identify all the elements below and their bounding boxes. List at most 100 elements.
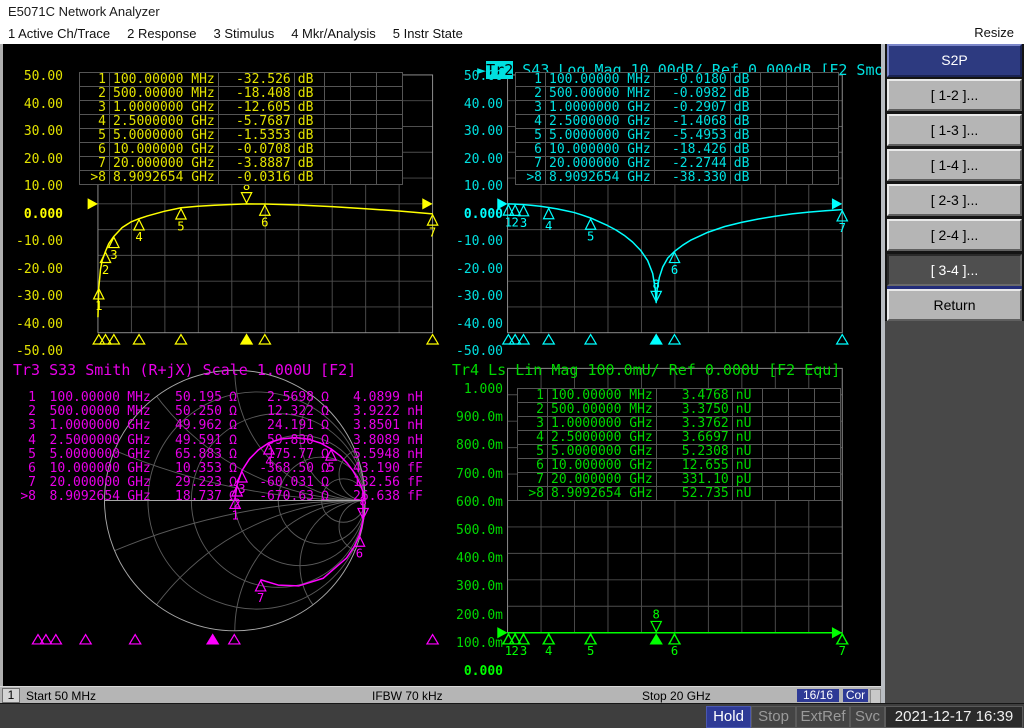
marker-row: 42.5000000 GHz-1.4068dB (516, 115, 839, 129)
marker-row: 610.000000 GHz-18.426dB (516, 143, 839, 157)
service-indicator: Svc (850, 706, 885, 728)
marker-row: 720.000000 GHz-2.2744dB (516, 157, 839, 171)
tr1-y-label: -10.00 (0, 234, 63, 250)
svg-text:7: 7 (257, 591, 264, 605)
tr3-marker-row: 1100.00000MHz50.195Ω2.5698Ω4.0899nH (10, 391, 430, 405)
channel-number: 1 (2, 688, 20, 703)
tr2-marker-5 (585, 219, 595, 229)
tr4-y-label: 100.0m (440, 636, 503, 652)
svg-text:6: 6 (261, 216, 268, 230)
svg-text:5: 5 (587, 644, 594, 658)
svg-text:2: 2 (511, 644, 518, 658)
softkey-menu: S2P [ 1-2 ]...[ 1-3 ]...[ 1-4 ]...[ 2-3 … (885, 44, 1024, 703)
menu-bar: 1 Active Ch/Trace 2 Response 3 Stimulus 4 M… (0, 22, 1024, 44)
tr1-y-label: 30.00 (0, 124, 63, 140)
sweep-progress-badge: 16/16 (797, 689, 839, 702)
tr1-marker-4 (134, 220, 144, 230)
tr3-stimulus-marker-2 (40, 635, 51, 644)
tr3-header[interactable]: Tr3 S33 Smith (R+jX) Scale 1.000U [F2] (13, 362, 356, 378)
stop-frequency: Stop 20 GHz (642, 689, 711, 703)
svg-text:8: 8 (653, 278, 660, 292)
marker-row: 1100.00000 MHz-0.0180dB (516, 73, 839, 87)
tr2-stimulus-marker-6 (669, 335, 680, 344)
tr4-y-label: 700.0m (440, 467, 503, 483)
marker-row: 1100.00000 MHz-32.526dB (80, 73, 403, 87)
tr1-header[interactable]: Tr1 S33 Log Mag 10.00dB/ Ref 0.000dB [F2… (13, 46, 419, 62)
softkey-3[interactable]: [ 1-4 ]... (887, 149, 1022, 181)
menu-item-4[interactable]: 4 Mkr/Analysis (291, 26, 376, 41)
correction-badge: Cor (843, 689, 868, 702)
marker-row: 1100.00000 MHz3.4768nU (518, 389, 841, 403)
trigger-state-indicator: Hold (706, 706, 751, 728)
tr2-y-label: 40.00 (440, 97, 503, 113)
extref-indicator: ExtRef (796, 706, 850, 728)
tr4-marker-table: 1100.00000 MHz3.4768nU2500.00000 MHz3.37… (517, 388, 841, 501)
tr3-stimulus-marker-3 (50, 635, 61, 644)
svg-text:8: 8 (653, 608, 660, 622)
resize-button[interactable]: Resize (974, 25, 1014, 40)
softkey-4[interactable]: [ 2-3 ]... (887, 184, 1022, 216)
svg-text:2: 2 (102, 263, 109, 277)
tr3-stimulus-marker-1 (32, 635, 43, 644)
datetime-display: 2021-12-17 16:39 (885, 706, 1023, 728)
tr2-ref-level-arrow-right (832, 198, 842, 209)
channel-status-bar: 1 Start 50 MHz IFBW 70 kHz Stop 20 GHz 1… (0, 686, 881, 704)
tr4-y-label: 1.000 (440, 382, 503, 398)
instrument-status-bar: Hold Stop ExtRef Svc 2021-12-17 16:39 (0, 703, 1024, 728)
tr2-y-label: 10.00 (440, 179, 503, 195)
tr4-y-label: 900.0m (440, 410, 503, 426)
softkey-6[interactable]: [ 3-4 ]... (887, 254, 1022, 286)
marker-row: 55.0000000 GHz-5.4953dB (516, 129, 839, 143)
tr3-marker-row: 610.000000GHz10.353Ω-368.50Ω43.190fF (10, 462, 430, 476)
marker-row: 720.000000 GHz331.10pU (518, 473, 841, 487)
marker-row: 610.000000 GHz-0.0708dB (80, 143, 403, 157)
tr2-y-label: -20.00 (440, 262, 503, 278)
softkey-5[interactable]: [ 2-4 ]... (887, 219, 1022, 251)
tr1-y-label: 10.00 (0, 179, 63, 195)
tr3-marker-row: 55.0000000GHz65.883Ω175.77Ω5.5948nH (10, 448, 430, 462)
tr4-stimulus-marker-8 (651, 635, 662, 644)
tr1-y-label: -50.00 (0, 344, 63, 360)
svg-text:6: 6 (671, 644, 678, 658)
tr3-stimulus-marker-4 (80, 635, 91, 644)
tr3-marker-row: 720.000000GHz29.223Ω-60.031Ω132.56fF (10, 476, 430, 490)
tr3-marker-row: >88.9092654GHz18.737Ω-670.63Ω26.638fF (10, 490, 430, 504)
tr3-stimulus-marker-7 (427, 635, 438, 644)
menu-item-1[interactable]: 1 Active Ch/Trace (8, 26, 110, 41)
tr2-y-label: -40.00 (440, 317, 503, 333)
tr1-stimulus-marker-7 (427, 335, 438, 344)
tr4-header[interactable]: Tr4 Ls Lin Mag 100.0mU/ Ref 0.000U [F2 E… (452, 362, 840, 378)
marker-row: 31.0000000 GHz-12.605dB (80, 101, 403, 115)
tr2-stimulus-marker-8 (651, 335, 662, 344)
menu-items: 1 Active Ch/Trace 2 Response 3 Stimulus 4 M… (8, 25, 480, 43)
svg-text:5: 5 (177, 219, 184, 233)
tr3-marker-row: 2500.00000MHz50.250Ω12.322Ω3.9222nH (10, 405, 430, 419)
svg-text:7: 7 (429, 225, 436, 239)
tr2-marker-4 (544, 208, 554, 218)
tr4-y-label: 0.000 (440, 664, 503, 680)
softkey-2[interactable]: [ 1-3 ]... (887, 114, 1022, 146)
stop-indicator: Stop (751, 706, 796, 728)
marker-row: >88.9092654 GHz-38.330dB (516, 171, 839, 185)
tr1-y-label: -40.00 (0, 317, 63, 333)
tr1-y-label: -20.00 (0, 262, 63, 278)
tr1-y-label: 50.00 (0, 69, 63, 85)
svg-text:1: 1 (95, 299, 102, 313)
marker-row: 42.5000000 GHz-5.7687dB (80, 115, 403, 129)
tr2-y-label: 20.00 (440, 152, 503, 168)
window-title: E5071C Network Analyzer (8, 4, 160, 19)
marker-row: 2500.00000 MHz-18.408dB (80, 87, 403, 101)
svg-text:1: 1 (231, 509, 238, 523)
menu-item-3[interactable]: 3 Stimulus (214, 26, 275, 41)
tr1-ref-level-arrow-right (422, 198, 432, 209)
softkey-1[interactable]: [ 1-2 ]... (887, 79, 1022, 111)
tr4-y-label: 600.0m (440, 495, 503, 511)
start-frequency: Start 50 MHz (26, 689, 96, 703)
svg-text:4: 4 (545, 644, 552, 658)
softkey-return[interactable]: Return (887, 289, 1022, 321)
menu-item-2[interactable]: 2 Response (127, 26, 196, 41)
app-window: E5071C Network Analyzer 1 Active Ch/Trac… (0, 0, 1024, 728)
softkey-menu-empty-area (885, 321, 1024, 703)
menu-item-5[interactable]: 5 Instr State (393, 26, 463, 41)
svg-text:5: 5 (587, 229, 594, 243)
